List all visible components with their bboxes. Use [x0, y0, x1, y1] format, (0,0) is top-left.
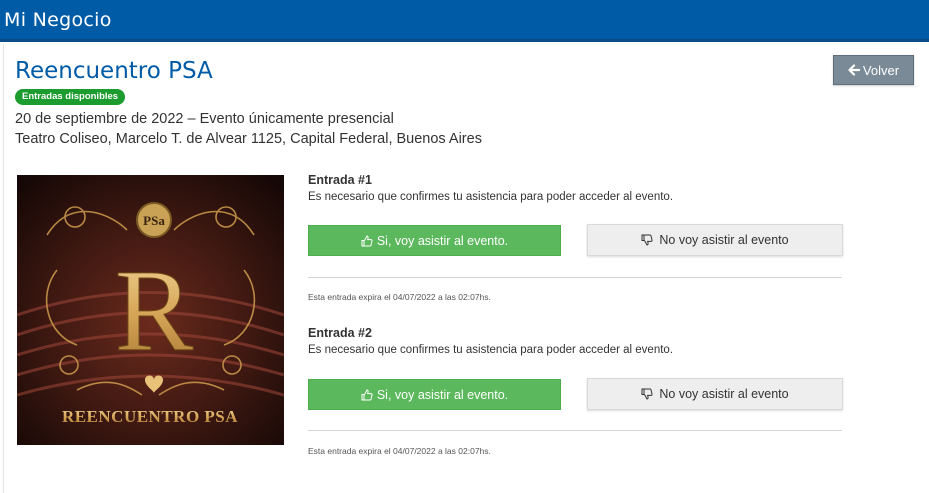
- brand-title[interactable]: Mi Negocio: [4, 9, 112, 31]
- entry-divider: [308, 430, 842, 431]
- confirm-attendance-button[interactable]: Si, voy asistir al evento.: [308, 379, 561, 410]
- event-poster: PSa R REENCUENTRO PSA: [17, 175, 284, 445]
- top-navbar: Mi Negocio: [0, 0, 929, 42]
- event-title: Reencuentro PSA: [15, 58, 213, 84]
- confirm-attendance-label: Si, voy asistir al evento.: [376, 233, 509, 248]
- thumbs-down-icon: [641, 234, 653, 246]
- arrow-left-icon: [848, 64, 860, 76]
- poster-letter: R: [115, 245, 194, 376]
- entry-title: Entrada #2: [308, 326, 372, 340]
- thumbs-up-icon: [361, 388, 373, 400]
- entry-expiry: Esta entrada expira el 04/07/2022 a las …: [308, 292, 491, 302]
- entry-title: Entrada #1: [308, 173, 372, 187]
- poster-artwork: PSa R REENCUENTRO PSA: [17, 175, 284, 445]
- entry-message: Es necesario que confirmes tu asistencia…: [308, 344, 674, 356]
- thumbs-down-icon: [641, 388, 653, 400]
- thumbs-up-icon: [361, 234, 373, 246]
- availability-badge: Entradas disponibles: [15, 89, 126, 105]
- poster-caption: REENCUENTRO PSA: [62, 407, 238, 426]
- poster-logo: PSa: [143, 213, 165, 228]
- decline-attendance-button[interactable]: No voy asistir al evento: [587, 224, 843, 256]
- event-date: 20 de septiembre de 2022 – Evento únicam…: [15, 111, 394, 127]
- back-button-label: Volver: [862, 62, 900, 78]
- event-venue: Teatro Coliseo, Marcelo T. de Alvear 112…: [15, 131, 482, 147]
- confirm-attendance-button[interactable]: Si, voy asistir al evento.: [308, 225, 561, 256]
- entry-divider: [308, 277, 842, 278]
- back-button[interactable]: Volver: [833, 55, 914, 85]
- decline-attendance-label: No voy asistir al evento: [659, 233, 789, 247]
- entry-message: Es necesario que confirmes tu asistencia…: [308, 191, 674, 203]
- entry-expiry: Esta entrada expira el 04/07/2022 a las …: [308, 446, 491, 456]
- decline-attendance-label: No voy asistir al evento: [659, 387, 789, 401]
- confirm-attendance-label: Si, voy asistir al evento.: [376, 387, 509, 402]
- decline-attendance-button[interactable]: No voy asistir al evento: [587, 378, 843, 410]
